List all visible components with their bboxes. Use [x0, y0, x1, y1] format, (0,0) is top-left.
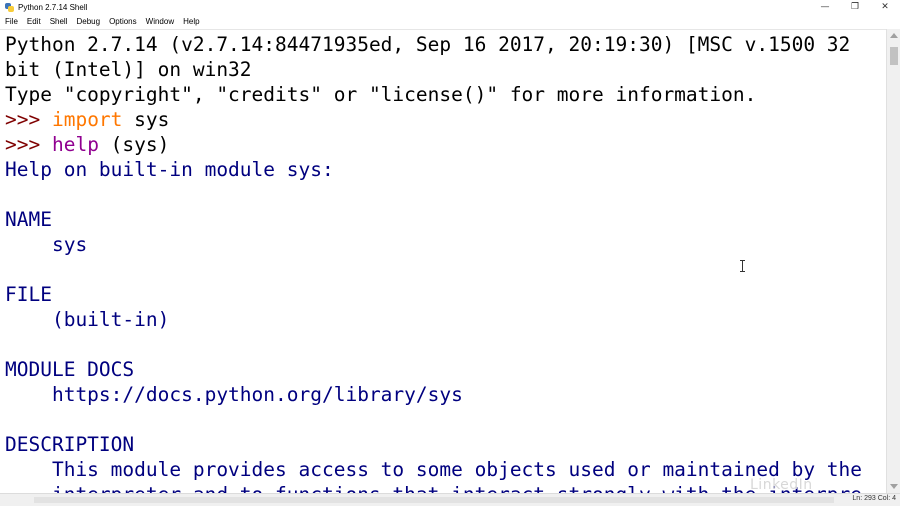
help-builtin: help	[51, 133, 99, 156]
command-line: >>> import sys	[5, 107, 862, 132]
command-text: sys	[122, 108, 170, 131]
section-value: interpreter and to functions that intera…	[5, 482, 862, 493]
scroll-thumb[interactable]	[890, 47, 898, 65]
section-value: sys	[5, 233, 88, 256]
ibeam-cursor-icon	[739, 260, 747, 272]
horizontal-scrollbar[interactable]	[34, 497, 834, 503]
scroll-up-icon[interactable]	[890, 33, 898, 38]
banner-line: Python 2.7.14 (v2.7.14:84471935ed, Sep 1…	[5, 33, 851, 56]
shell-prompt: >>>	[5, 108, 52, 131]
scroll-down-icon[interactable]	[890, 484, 898, 489]
menu-help[interactable]: Help	[178, 17, 203, 26]
linkedin-watermark: LinkedIn	[750, 477, 813, 493]
banner-line: Type "copyright", "credits" or "license(…	[5, 83, 757, 106]
section-value: https://docs.python.org/library/sys	[5, 383, 463, 406]
menu-bar: File Edit Shell Debug Options Window Hel…	[0, 14, 900, 28]
banner-line: bit (Intel)] on win32	[5, 58, 252, 81]
shell-prompt: >>>	[5, 133, 52, 156]
command-line: >>> help (sys)	[5, 132, 862, 157]
window-title: Python 2.7.14 Shell	[18, 2, 88, 12]
window-controls: — ❐ ✕	[810, 0, 900, 14]
status-bar: Ln: 293 Col: 4	[0, 493, 900, 506]
section-heading: NAME	[5, 208, 52, 231]
shell-lines: Python 2.7.14 (v2.7.14:84471935ed, Sep 1…	[5, 32, 862, 493]
menu-file[interactable]: File	[0, 17, 22, 26]
menu-options[interactable]: Options	[104, 17, 141, 26]
section-heading: DESCRIPTION	[5, 433, 135, 456]
restore-button[interactable]: ❐	[840, 0, 870, 14]
command-text: (sys)	[98, 133, 170, 156]
section-value: (built-in)	[5, 308, 170, 331]
section-heading: MODULE DOCS	[5, 358, 135, 381]
menu-debug[interactable]: Debug	[71, 17, 104, 26]
menu-window[interactable]: Window	[141, 17, 178, 26]
help-header: Help on built-in module sys:	[5, 158, 334, 181]
minimize-button[interactable]: —	[810, 0, 840, 14]
section-value: This module provides access to some obje…	[5, 458, 863, 481]
menu-shell[interactable]: Shell	[45, 17, 72, 26]
shell-text-area[interactable]: Python 2.7.14 (v2.7.14:84471935ed, Sep 1…	[0, 29, 886, 493]
vertical-scrollbar[interactable]	[886, 29, 900, 493]
menu-edit[interactable]: Edit	[22, 17, 45, 26]
section-heading: FILE	[5, 283, 52, 306]
title-bar: Python 2.7.14 Shell — ❐ ✕	[0, 0, 900, 14]
python-icon	[5, 2, 14, 12]
close-button[interactable]: ✕	[870, 0, 900, 14]
import-keyword: import	[51, 108, 123, 131]
cursor-position: Ln: 293 Col: 4	[852, 495, 896, 502]
